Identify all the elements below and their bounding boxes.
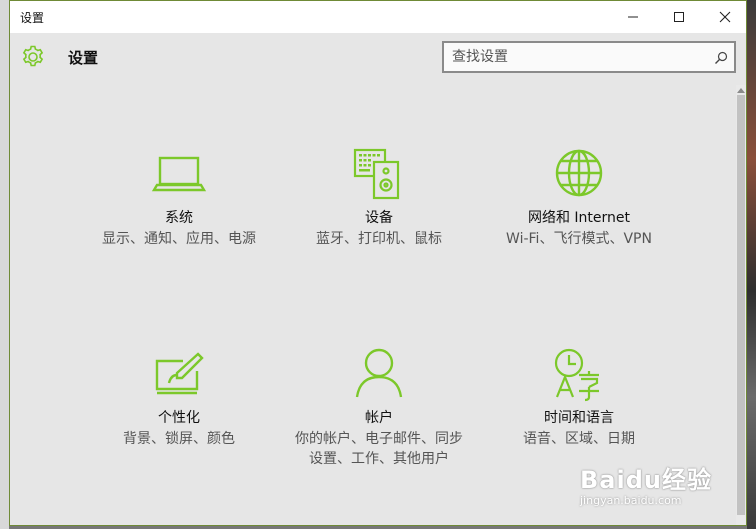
tile-description: Wi-Fi、飞行模式、VPN [506,231,652,247]
close-button[interactable] [702,1,748,33]
scroll-up-button[interactable] [736,85,746,95]
window-title: 设置 [20,11,45,25]
tile-devices[interactable]: 设备 蓝牙、打印机、鼠标 [279,147,479,249]
maximize-icon [674,12,684,22]
close-icon [719,11,731,23]
laptop-icon [151,156,207,192]
search-input[interactable] [452,47,702,67]
settings-header: 设置 [10,33,746,85]
baidu-jingyan-watermark: Baidu经验 jingyan.baidu.com [580,460,720,520]
tile-description: 语音、区域、日期 [523,431,635,447]
globe-icon [555,149,603,197]
tile-title: 设备 [365,210,393,226]
gear-icon [20,44,46,70]
tile-personalization[interactable]: 个性化 背景、锁屏、颜色 [79,347,279,449]
tile-title: 系统 [165,210,193,226]
search-box[interactable] [442,41,736,73]
title-bar[interactable]: 设置 [10,1,746,33]
settings-window: 设置 设置 查找设置 系统 显示、通知、应用、电源 设备 蓝牙、打印机、鼠标 网… [9,0,747,526]
user-icon [355,348,403,398]
background-window-edge [0,0,9,529]
time-language-icon [554,348,599,402]
maximize-button[interactable] [656,1,702,33]
tile-network[interactable]: 网络和 Internet Wi-Fi、飞行模式、VPN [479,147,679,249]
tile-description: 你的帐户、电子邮件、同步设置、工作、其他用户 [295,431,463,467]
tile-accounts[interactable]: 帐户 你的帐户、电子邮件、同步设置、工作、其他用户 [279,347,479,469]
minimize-button[interactable] [610,1,656,33]
vertical-scrollbar[interactable] [736,85,746,525]
tile-title: 帐户 [365,410,393,426]
desktop-wallpaper-edge [747,0,756,529]
tile-title: 网络和 Internet [527,210,631,226]
tile-system[interactable]: 系统 显示、通知、应用、电源 [79,147,279,249]
minimize-icon [628,16,638,18]
tile-title: 时间和语言 [544,410,614,426]
page-title: 设置 [68,49,99,67]
tile-description: 蓝牙、打印机、鼠标 [316,231,442,247]
search-icon[interactable] [714,50,728,64]
scroll-thumb[interactable] [737,95,745,515]
tile-title: 个性化 [158,410,200,426]
devices-icon [353,148,400,200]
tile-time-language[interactable]: 时间和语言 语音、区域、日期 [479,347,679,449]
personalization-icon [155,352,204,395]
chevron-up-icon [737,88,745,93]
watermark-url: jingyan.baidu.com [580,494,682,507]
watermark-logo: Baidu经验 [580,466,712,494]
tile-description: 显示、通知、应用、电源 [102,231,256,247]
tile-description: 背景、锁屏、颜色 [123,431,235,447]
